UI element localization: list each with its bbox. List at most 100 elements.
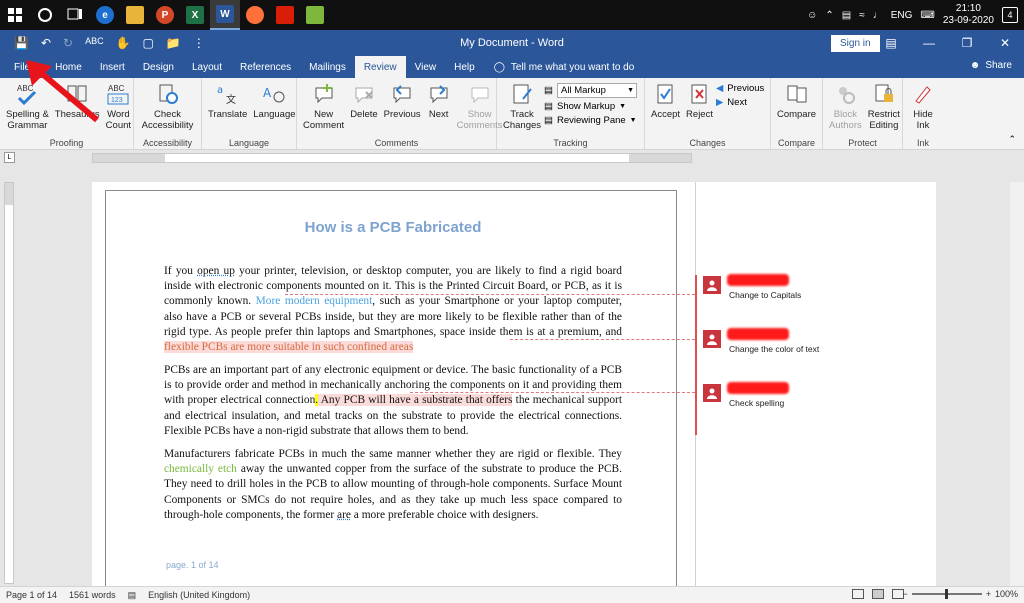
display-for-review-dropdown[interactable]: All Markup ▼ — [557, 83, 638, 98]
language-indicator[interactable]: ENG — [891, 10, 913, 21]
next-comment-button[interactable]: Next — [424, 81, 454, 120]
compare-button[interactable]: Compare — [774, 81, 819, 120]
hide-ink-button[interactable]: Hide Ink — [908, 81, 938, 131]
vertical-scrollbar[interactable] — [1010, 182, 1024, 586]
redo-icon[interactable]: ↻ — [63, 36, 73, 50]
tab-home[interactable]: Home — [46, 56, 91, 78]
check-accessibility-button[interactable]: Check Accessibility — [139, 81, 197, 131]
tell-me-box[interactable]: ◯ Tell me what you want to do — [494, 56, 635, 78]
people-icon[interactable]: ☺ — [807, 10, 817, 21]
network-icon[interactable]: ▤ — [842, 10, 851, 21]
close-button[interactable]: ✕ — [986, 30, 1024, 56]
restore-button[interactable]: ❐ — [948, 30, 986, 56]
p1-text-a: If you — [164, 265, 198, 277]
excel-app-icon[interactable]: X — [180, 0, 210, 30]
tab-insert[interactable]: Insert — [91, 56, 134, 78]
volume-icon[interactable]: ♩ — [873, 10, 883, 21]
clock[interactable]: 21:10 23-09-2020 — [943, 3, 994, 27]
search-icon[interactable] — [30, 0, 60, 30]
right-margin-area — [629, 154, 691, 162]
keyboard-icon[interactable]: ⌨ — [920, 10, 934, 21]
word-count-button[interactable]: ABC 123 Word Count — [103, 81, 134, 131]
minimize-button[interactable]: — — [910, 30, 948, 56]
change-navigation: ◀ Previous ▶ Next — [716, 81, 764, 108]
previous-change-label: Previous — [727, 83, 765, 94]
notepad-app-icon[interactable] — [300, 0, 330, 30]
powerpoint-app-icon[interactable]: P — [150, 0, 180, 30]
comment-text: Check spelling — [729, 398, 785, 408]
track-changes-button[interactable]: Track Changes — [500, 81, 544, 131]
edge-app-icon[interactable]: e — [90, 0, 120, 30]
document-heading[interactable]: How is a PCB Fabricated — [164, 219, 622, 236]
touch-mode-icon[interactable]: ✋ — [116, 36, 131, 50]
thesaurus-button[interactable]: Thesaurus — [52, 81, 103, 120]
wifi-icon[interactable]: ≈ — [859, 10, 865, 21]
previous-change-button[interactable]: ◀ Previous — [716, 83, 764, 94]
tab-references[interactable]: References — [231, 56, 300, 78]
group-proofing: ABC Spelling & Grammar Thesaurus ABC 123 … — [0, 78, 134, 150]
check-accessibility-label: Check Accessibility — [141, 109, 194, 131]
print-layout-icon[interactable] — [872, 589, 884, 599]
page-count[interactable]: Page 1 of 14 — [0, 590, 63, 600]
paragraph-2[interactable]: PCBs are an important part of any electr… — [164, 363, 622, 439]
proofing-status-icon[interactable]: ▤ — [122, 590, 143, 601]
zoom-slider-thumb[interactable] — [944, 589, 948, 599]
new-comment-button[interactable]: New Comment — [300, 81, 347, 131]
customize-qat-icon[interactable]: ⋮ — [193, 36, 205, 50]
zoom-out-icon[interactable]: − — [902, 589, 907, 599]
tab-mailings[interactable]: Mailings — [300, 56, 355, 78]
reviewing-pane-button[interactable]: ▤ Reviewing Pane ▼ — [544, 115, 637, 126]
task-view-icon[interactable] — [60, 0, 90, 30]
comment-connector-2 — [510, 339, 695, 340]
reject-button[interactable]: Reject — [683, 81, 716, 120]
paragraph-1[interactable]: If you open up your printer, television,… — [164, 264, 622, 355]
next-comment-icon — [427, 81, 451, 107]
restrict-editing-button[interactable]: Restrict Editing — [865, 81, 903, 131]
block-authors-button[interactable]: Block Authors — [826, 81, 865, 131]
word-count[interactable]: 1561 words — [63, 590, 122, 600]
save-icon[interactable]: 💾 — [14, 36, 29, 50]
print-preview-icon[interactable]: ▢ — [143, 36, 154, 50]
zoom-slider[interactable] — [911, 589, 982, 599]
windows-start-icon[interactable] — [0, 0, 30, 30]
tab-file[interactable]: File — [0, 56, 46, 78]
tab-view[interactable]: View — [406, 56, 446, 78]
restrict-editing-label: Restrict Editing — [867, 109, 900, 131]
tab-selector[interactable]: L — [4, 152, 15, 163]
language-button[interactable]: A Language — [250, 81, 298, 120]
read-mode-icon[interactable] — [852, 589, 864, 599]
delete-comment-button[interactable]: Delete — [347, 81, 380, 120]
notification-center-icon[interactable]: 4 — [1002, 7, 1018, 23]
tab-help[interactable]: Help — [445, 56, 484, 78]
vertical-ruler[interactable] — [4, 182, 14, 584]
zoom-in-icon[interactable]: + — [986, 589, 991, 599]
share-label: Share — [985, 60, 1012, 71]
firefox-app-icon[interactable] — [240, 0, 270, 30]
undo-icon[interactable]: ↶ — [41, 36, 51, 50]
tab-layout[interactable]: Layout — [183, 56, 231, 78]
show-hidden-icons-icon[interactable]: ⌃ — [825, 10, 833, 21]
lightbulb-icon: ◯ — [493, 61, 505, 73]
language-status[interactable]: English (United Kingdom) — [142, 590, 256, 600]
tab-review[interactable]: Review — [354, 56, 406, 78]
previous-comment-button[interactable]: Previous — [381, 81, 424, 120]
zoom-level[interactable]: 100% — [995, 589, 1018, 599]
collapse-ribbon-icon[interactable]: ⌃ — [1008, 134, 1016, 145]
show-markup-button[interactable]: ▤ Show Markup ▼ — [544, 101, 637, 112]
file-explorer-app-icon[interactable] — [120, 0, 150, 30]
tab-design[interactable]: Design — [134, 56, 183, 78]
open-icon[interactable]: 📁 — [166, 36, 181, 50]
horizontal-ruler[interactable] — [92, 153, 692, 163]
spelling-icon[interactable]: ABC — [85, 36, 104, 50]
accept-button[interactable]: Accept — [648, 81, 683, 120]
translate-button[interactable]: a文 Translate — [205, 81, 250, 120]
spelling-grammar-button[interactable]: ABC Spelling & Grammar — [3, 81, 52, 131]
word-app-icon[interactable]: W — [210, 0, 240, 30]
title-bar: My Document - Word 💾 ↶ ↻ ABC ✋ ▢ 📁 ⋮ Sig… — [0, 30, 1024, 56]
next-change-button[interactable]: ▶ Next — [716, 97, 764, 108]
paragraph-3[interactable]: Manufacturers fabricate PCBs in much the… — [164, 447, 622, 523]
acrobat-app-icon[interactable] — [270, 0, 300, 30]
ink-group-label: Ink — [916, 138, 929, 148]
share-button[interactable]: ☻ Share — [970, 60, 1012, 71]
ribbon-display-options-icon[interactable]: ▤ — [872, 30, 910, 56]
